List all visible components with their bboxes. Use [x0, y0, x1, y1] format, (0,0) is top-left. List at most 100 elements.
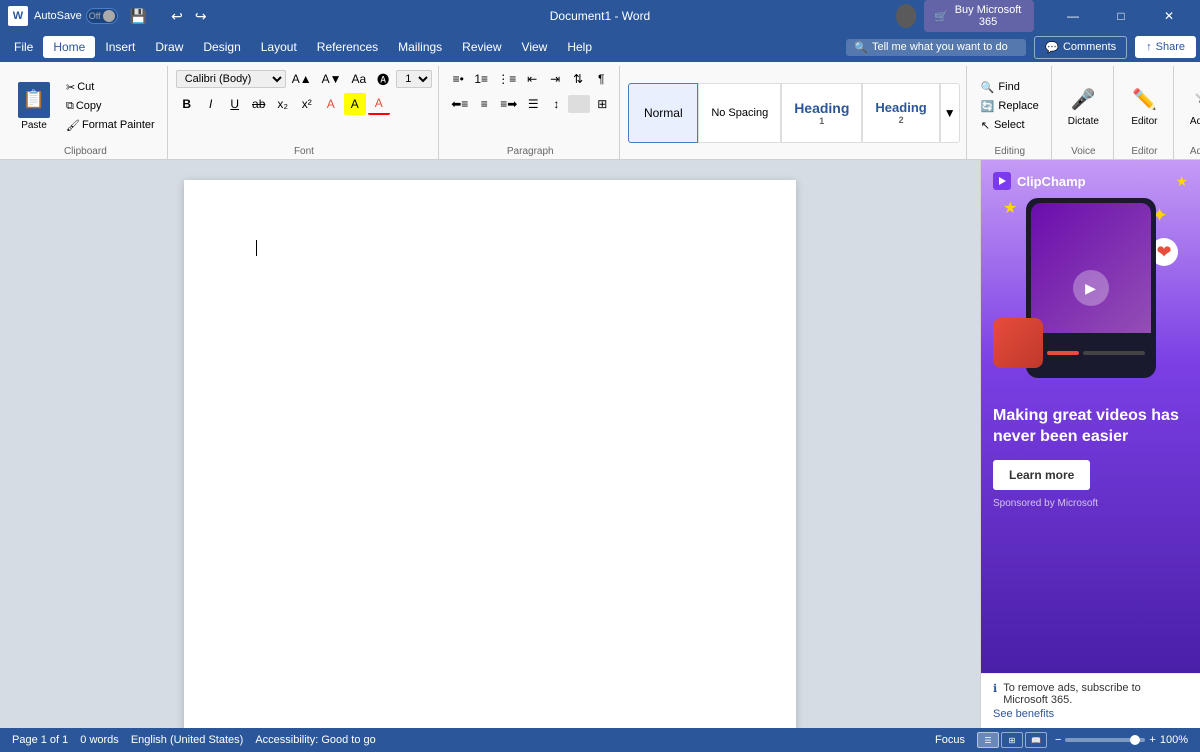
decrease-indent-button[interactable]: ⇤ [521, 68, 543, 90]
font-size-select[interactable]: 11 [396, 70, 432, 88]
underline-button[interactable]: U [224, 93, 246, 115]
multilevel-list-button[interactable]: ⋮≡ [493, 68, 520, 90]
print-layout-icon[interactable]: ☰ [977, 732, 999, 748]
menu-home[interactable]: Home [43, 36, 95, 58]
menu-draw[interactable]: Draw [145, 36, 193, 58]
remove-ads-section: ℹ To remove ads, subscribe to Microsoft … [981, 673, 1200, 728]
text-color-button[interactable]: A [320, 93, 342, 115]
style-heading1-button[interactable]: Heading 1 [781, 83, 862, 143]
share-button[interactable]: ↑ Share [1135, 36, 1196, 58]
undo-button[interactable]: ↩ [167, 8, 187, 25]
styles-more-arrow[interactable]: ▼ [940, 83, 960, 143]
bullet-list-button[interactable]: ≡• [447, 68, 469, 90]
learn-more-button[interactable]: Learn more [993, 460, 1090, 490]
font-name-select[interactable]: Calibri (Body) [176, 70, 286, 88]
change-case-button[interactable]: Aa [348, 68, 371, 90]
addins-button[interactable]: 🔌 Add-ins [1182, 82, 1200, 131]
paste-button[interactable]: 📋 Paste [10, 68, 58, 144]
menu-help[interactable]: Help [557, 36, 602, 58]
user-avatar[interactable] [896, 4, 916, 28]
replace-icon: 🔄 [981, 100, 995, 113]
read-mode-icon[interactable]: 📖 [1025, 732, 1047, 748]
menu-review[interactable]: Review [452, 36, 511, 58]
star-decoration-1: ★ [1003, 198, 1017, 218]
replace-button[interactable]: 🔄 Replace [975, 98, 1045, 115]
show-marks-button[interactable]: ¶ [590, 68, 612, 90]
styles-group: Normal No Spacing Heading 1 Heading 2 ▼ … [622, 66, 966, 159]
clear-formatting-button[interactable]: 🅐 [372, 68, 394, 90]
style-normal-button[interactable]: Normal [628, 83, 698, 143]
align-left-button[interactable]: ⬅≡ [447, 93, 472, 115]
subscript-button[interactable]: x₂ [272, 93, 294, 115]
strikethrough-button[interactable]: ab [248, 93, 270, 115]
menu-layout[interactable]: Layout [251, 36, 307, 58]
autosave-toggle[interactable]: Off [86, 8, 118, 24]
timeline-bar [1083, 351, 1145, 355]
format-painter-button[interactable]: 🖌 Format Painter [60, 117, 161, 134]
cut-button[interactable]: ✂ Cut [60, 79, 161, 96]
shading-button[interactable] [568, 95, 590, 113]
accessibility-status: Accessibility: Good to go [255, 734, 375, 746]
zoom-in-icon[interactable]: + [1149, 734, 1155, 746]
menu-view[interactable]: View [512, 36, 558, 58]
line-spacing-button[interactable]: ↕ [545, 93, 567, 115]
dictate-button[interactable]: 🎤 Dictate [1060, 82, 1107, 131]
style-nospacing-button[interactable]: No Spacing [698, 83, 781, 143]
paragraph-label: Paragraph [447, 144, 613, 157]
highlight-button[interactable]: A [344, 93, 366, 115]
align-right-button[interactable]: ≡➡ [496, 93, 521, 115]
buy-microsoft365-button[interactable]: 🛒 Buy Microsoft 365 [924, 0, 1034, 32]
document-area[interactable] [0, 160, 980, 728]
menu-mailings[interactable]: Mailings [388, 36, 452, 58]
menu-insert[interactable]: Insert [95, 36, 145, 58]
cut-label: Cut [77, 81, 94, 93]
italic-button[interactable]: I [200, 93, 222, 115]
font-label: Font [176, 144, 432, 157]
justify-button[interactable]: ☰ [522, 93, 544, 115]
maximize-button[interactable]: □ [1098, 0, 1144, 32]
addins-label: Add-ins [1190, 116, 1200, 127]
find-button[interactable]: 🔍 Find [975, 79, 1026, 96]
increase-font-button[interactable]: A▲ [288, 68, 316, 90]
menu-references[interactable]: References [307, 36, 388, 58]
see-benefits-link[interactable]: See benefits [993, 708, 1188, 720]
paragraph-group: ≡• 1≡ ⋮≡ ⇤ ⇥ ⇅ ¶ ⬅≡ ≡ ≡➡ ☰ ↕ ⊞ [441, 66, 620, 159]
search-box[interactable]: 🔍 Tell me what you want to do [846, 39, 1026, 56]
web-layout-icon[interactable]: ⊞ [1001, 732, 1023, 748]
comments-button[interactable]: 💬 Comments [1034, 36, 1127, 59]
decrease-font-button[interactable]: A▼ [318, 68, 346, 90]
style-heading2-button[interactable]: Heading 2 [862, 83, 939, 143]
editor-button[interactable]: ✏️ Editor [1122, 82, 1167, 131]
paste-icon: 📋 [18, 82, 50, 118]
increase-indent-button[interactable]: ⇥ [544, 68, 566, 90]
select-button[interactable]: ↖ Select [975, 117, 1031, 134]
editing-label: Editing [975, 144, 1045, 157]
superscript-button[interactable]: x² [296, 93, 318, 115]
ad-heading: Making great videos has never been easie… [993, 406, 1188, 448]
save-button[interactable]: 💾 [124, 6, 153, 27]
sort-button[interactable]: ⇅ [567, 68, 589, 90]
menu-file[interactable]: File [4, 36, 43, 58]
numbered-list-button[interactable]: 1≡ [470, 68, 492, 90]
font-row1: Calibri (Body) A▲ A▼ Aa 🅐 11 [176, 68, 432, 90]
redo-button[interactable]: ↪ [191, 8, 211, 25]
heading2-style-label: Heading [875, 100, 926, 115]
align-center-button[interactable]: ≡ [473, 93, 495, 115]
timeline-strip [1031, 333, 1151, 373]
paragraph-content: ≡• 1≡ ⋮≡ ⇤ ⇥ ⇅ ¶ ⬅≡ ≡ ≡➡ ☰ ↕ ⊞ [447, 68, 613, 144]
minimize-button[interactable]: — [1050, 0, 1096, 32]
zoom-out-icon[interactable]: − [1055, 734, 1061, 746]
bold-button[interactable]: B [176, 93, 198, 115]
phone-mockup: ▶ [1026, 198, 1156, 378]
zoom-slider[interactable] [1065, 738, 1145, 742]
document-page[interactable] [184, 180, 796, 728]
autosave-label: AutoSave [34, 10, 82, 22]
borders-button[interactable]: ⊞ [591, 93, 613, 115]
font-color-button[interactable]: A [368, 93, 390, 115]
focus-button[interactable]: Focus [931, 732, 969, 748]
styles-content: Normal No Spacing Heading 1 Heading 2 ▼ [628, 68, 959, 157]
close-button[interactable]: ✕ [1146, 0, 1192, 32]
addins-label: Add-ins [1182, 144, 1200, 157]
menu-design[interactable]: Design [193, 36, 250, 58]
copy-button[interactable]: ⧉ Copy [60, 98, 161, 115]
